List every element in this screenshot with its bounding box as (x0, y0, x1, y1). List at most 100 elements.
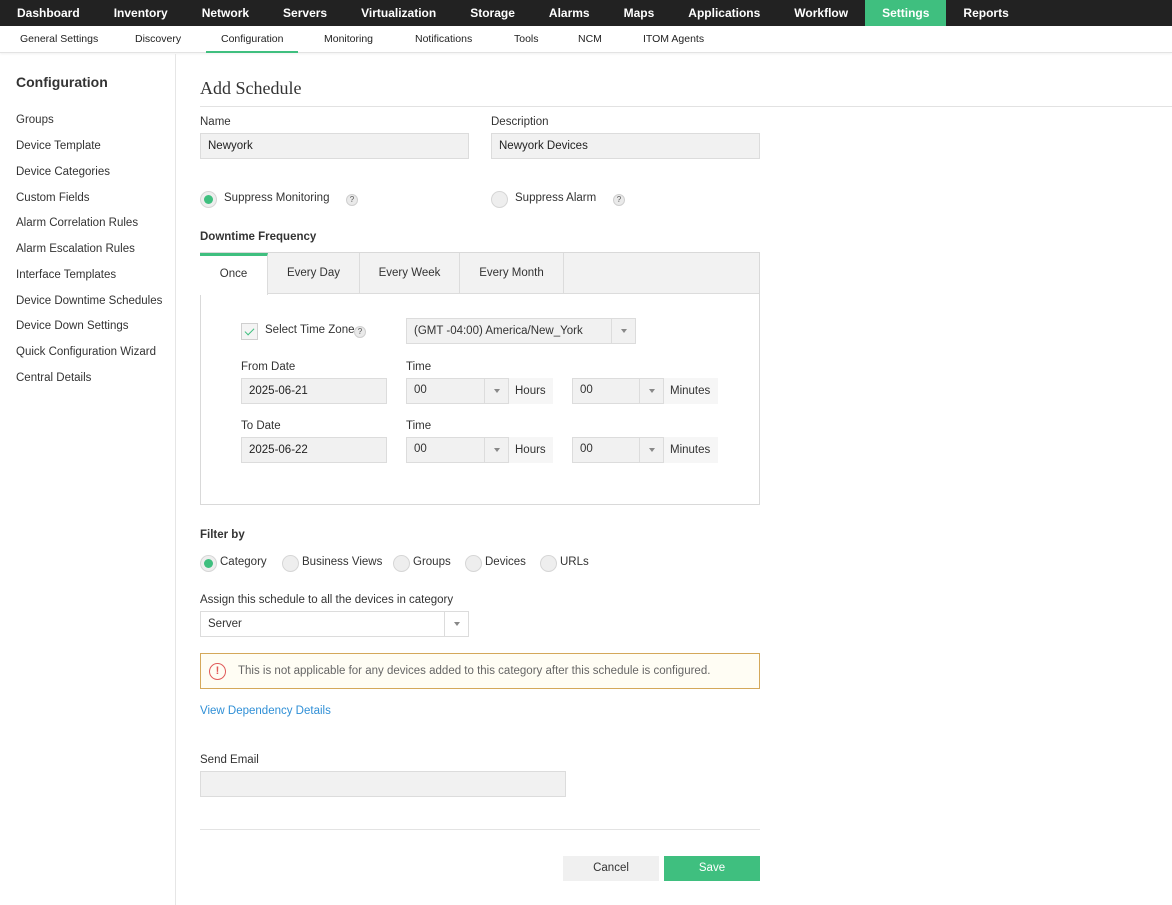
name-label: Name (200, 116, 231, 128)
filter-groups-radio[interactable] (393, 555, 410, 572)
sidebar-item-alarm-correlation-rules[interactable]: Alarm Correlation Rules (16, 217, 138, 229)
name-input[interactable]: Newyork (200, 133, 469, 159)
frequency-tabs: Once Every Day Every Week Every Month (200, 253, 759, 295)
warning-text: This is not applicable for any devices a… (238, 665, 711, 677)
tab-every-day[interactable]: Every Day (268, 253, 360, 294)
nav-maps[interactable]: Maps (607, 0, 672, 26)
suppress-alarm-radio[interactable] (491, 191, 508, 208)
subnav-general-settings[interactable]: General Settings (20, 26, 98, 53)
to-date-input[interactable]: 2025-06-22 (241, 437, 387, 463)
subnav-tools[interactable]: Tools (514, 26, 539, 53)
footer-divider (200, 829, 760, 830)
chevron-down-icon (611, 319, 635, 343)
nav-dashboard[interactable]: Dashboard (0, 0, 97, 26)
suppress-monitoring-help-icon[interactable]: ? (346, 194, 358, 206)
sidebar-item-groups[interactable]: Groups (16, 114, 54, 126)
from-date-input[interactable]: 2025-06-21 (241, 378, 387, 404)
timezone-value: (GMT -04:00) America/New_York (414, 325, 583, 337)
from-minutes-select[interactable]: 00 (572, 378, 664, 404)
to-time-label: Time (406, 420, 432, 432)
sidebar: Configuration Groups Device Template Dev… (0, 54, 176, 905)
sidebar-item-custom-fields[interactable]: Custom Fields (16, 192, 90, 204)
nav-storage[interactable]: Storage (453, 0, 532, 26)
category-select[interactable]: Server (200, 611, 469, 637)
top-nav: Dashboard Inventory Network Servers Virt… (0, 0, 1172, 26)
chevron-down-icon (444, 612, 468, 636)
filter-urls-label[interactable]: URLs (560, 556, 589, 568)
filter-by-label: Filter by (200, 529, 245, 541)
nav-alarms[interactable]: Alarms (532, 0, 607, 26)
to-hours-value: 00 (414, 443, 427, 455)
filter-business-views-label[interactable]: Business Views (302, 556, 382, 568)
tab-every-month[interactable]: Every Month (460, 253, 564, 294)
suppress-alarm-label[interactable]: Suppress Alarm (515, 192, 596, 204)
filter-urls-radio[interactable] (540, 555, 557, 572)
downtime-frequency-label: Downtime Frequency (200, 231, 317, 243)
subnav-discovery[interactable]: Discovery (135, 26, 181, 53)
tab-once[interactable]: Once (200, 253, 268, 295)
nav-network[interactable]: Network (185, 0, 266, 26)
timezone-select[interactable]: (GMT -04:00) America/New_York (406, 318, 636, 344)
nav-applications[interactable]: Applications (671, 0, 777, 26)
save-button[interactable]: Save (664, 856, 760, 881)
suppress-alarm-help-icon[interactable]: ? (613, 194, 625, 206)
timezone-help-icon[interactable]: ? (354, 326, 366, 338)
send-email-input[interactable] (200, 771, 566, 797)
tab-every-week[interactable]: Every Week (360, 253, 460, 294)
select-timezone-checkbox[interactable] (241, 323, 258, 340)
to-hours-unit: Hours (509, 437, 553, 463)
to-minutes-value: 00 (580, 443, 593, 455)
to-minutes-select[interactable]: 00 (572, 437, 664, 463)
assign-category-label: Assign this schedule to all the devices … (200, 594, 454, 606)
subnav-notifications[interactable]: Notifications (415, 26, 472, 53)
subnav-ncm[interactable]: NCM (578, 26, 602, 53)
sidebar-item-device-down-settings[interactable]: Device Down Settings (16, 320, 129, 332)
filter-business-views-radio[interactable] (282, 555, 299, 572)
filter-groups-label[interactable]: Groups (413, 556, 451, 568)
from-hours-select[interactable]: 00 (406, 378, 509, 404)
select-timezone-label: Select Time Zone (265, 324, 355, 336)
frequency-panel: Once Every Day Every Week Every Month Se… (200, 252, 760, 505)
chevron-down-icon (639, 438, 663, 462)
sidebar-item-device-template[interactable]: Device Template (16, 140, 101, 152)
chevron-down-icon (484, 379, 508, 403)
nav-settings[interactable]: Settings (865, 0, 947, 26)
filter-category-radio[interactable] (200, 555, 217, 572)
sidebar-item-quick-configuration-wizard[interactable]: Quick Configuration Wizard (16, 346, 156, 358)
description-input[interactable]: Newyork Devices (491, 133, 760, 159)
view-dependency-details-link[interactable]: View Dependency Details (200, 705, 331, 717)
nav-servers[interactable]: Servers (266, 0, 344, 26)
nav-inventory[interactable]: Inventory (97, 0, 185, 26)
sub-nav: General Settings Discovery Configuration… (0, 26, 1172, 53)
to-minutes-unit: Minutes (664, 437, 718, 463)
to-hours-select[interactable]: 00 (406, 437, 509, 463)
from-minutes-unit: Minutes (664, 378, 718, 404)
page-title: Add Schedule (200, 78, 302, 98)
from-hours-value: 00 (414, 384, 427, 396)
nav-virtualization[interactable]: Virtualization (344, 0, 453, 26)
sidebar-item-alarm-escalation-rules[interactable]: Alarm Escalation Rules (16, 243, 135, 255)
subnav-itom-agents[interactable]: ITOM Agents (643, 26, 704, 53)
sidebar-item-central-details[interactable]: Central Details (16, 372, 91, 384)
filter-category-label[interactable]: Category (220, 556, 267, 568)
sidebar-item-interface-templates[interactable]: Interface Templates (16, 269, 116, 281)
sidebar-item-device-categories[interactable]: Device Categories (16, 166, 110, 178)
filter-devices-radio[interactable] (465, 555, 482, 572)
subnav-configuration[interactable]: Configuration (206, 26, 299, 53)
cancel-button[interactable]: Cancel (563, 856, 659, 881)
title-divider (200, 106, 1172, 107)
description-label: Description (491, 116, 549, 128)
nav-workflow[interactable]: Workflow (777, 0, 865, 26)
sidebar-title: Configuration (16, 74, 108, 90)
suppress-monitoring-radio[interactable] (200, 191, 217, 208)
to-date-label: To Date (241, 420, 281, 432)
chevron-down-icon (639, 379, 663, 403)
category-value: Server (208, 618, 242, 630)
from-hours-unit: Hours (509, 378, 553, 404)
filter-devices-label[interactable]: Devices (485, 556, 526, 568)
suppress-monitoring-label[interactable]: Suppress Monitoring (224, 192, 329, 204)
chevron-down-icon (484, 438, 508, 462)
sidebar-item-device-downtime-schedules[interactable]: Device Downtime Schedules (16, 295, 162, 307)
nav-reports[interactable]: Reports (946, 0, 1025, 26)
subnav-monitoring[interactable]: Monitoring (324, 26, 373, 53)
